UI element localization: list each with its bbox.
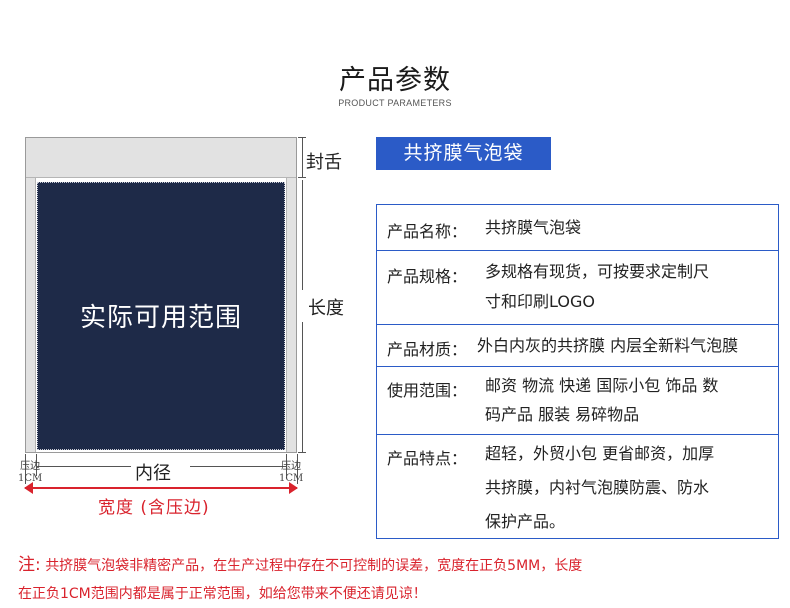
length-dimension-line-bottom	[302, 322, 303, 452]
press-edge-text-left: 压边	[20, 461, 41, 472]
length-dimension-line-top	[302, 180, 303, 290]
total-width-arrow	[24, 482, 298, 494]
spec-row-features: 产品特点： 超轻，外贸小包 更省邮资，加厚 共挤膜，内衬气泡膜防震、防水 保护产…	[377, 435, 778, 538]
spec-value: 共挤膜气泡袋	[485, 218, 582, 237]
spec-key: 产品规格：	[387, 267, 468, 286]
spec-row-name: 产品名称： 共挤膜气泡袋	[377, 205, 778, 251]
spec-value: 外白内灰的共挤膜 内层全新料气泡膜	[477, 336, 739, 355]
spec-row-size: 产品规格： 多规格有现货，可按要求定制尺 寸和印刷LOGO	[377, 251, 778, 325]
spec-value: 共挤膜，内衬气泡膜防震、防水	[485, 478, 710, 497]
inner-width-line-right	[190, 466, 286, 467]
usable-area: 实际可用范围	[37, 182, 285, 450]
product-name-badge: 共挤膜气泡袋	[376, 137, 551, 170]
bag-diagram: 实际可用范围	[25, 137, 297, 453]
note-line-2: 在正负1CM范围内都是属于正常范围，如给您带来不便还请见谅！	[18, 586, 427, 602]
spec-value: 邮资 物流 快递 国际小包 饰品 数	[485, 376, 719, 395]
note-text-1: 共挤膜气泡袋非精密产品，在生产过程中存在不可控制的误差，宽度在正负5MM，长度	[45, 558, 583, 574]
spec-table: 产品名称： 共挤膜气泡袋 产品规格： 多规格有现货，可按要求定制尺 寸和印刷LO…	[376, 204, 779, 539]
usable-area-label: 实际可用范围	[79, 303, 242, 333]
flap-bottom-tick	[298, 177, 306, 178]
length-label: 长度	[308, 298, 344, 319]
spec-key: 产品材质：	[387, 340, 468, 359]
page-subtitle: PRODUCT PARAMETERS	[338, 98, 452, 108]
seal-flap	[26, 138, 296, 178]
spec-value: 超轻，外贸小包 更省邮资，加厚	[485, 444, 715, 463]
spec-key: 产品特点：	[387, 449, 468, 468]
spec-row-usage: 使用范围： 邮资 物流 快递 国际小包 饰品 数 码产品 服装 易碎物品	[377, 367, 778, 435]
seal-flap-label: 封舌	[306, 152, 342, 173]
inner-width-label: 内径	[135, 463, 171, 484]
spec-value: 多规格有现货，可按要求定制尺	[485, 262, 710, 281]
note-line-1: 注: 共挤膜气泡袋非精密产品，在生产过程中存在不可控制的误差，宽度在正负5MM，…	[18, 550, 582, 575]
spec-value: 保护产品。	[485, 512, 566, 531]
spec-key: 使用范围：	[387, 381, 468, 400]
length-bottom-tick	[298, 452, 306, 453]
press-edge-right	[286, 178, 296, 452]
note-mark: 注:	[18, 555, 41, 575]
spec-row-material: 产品材质： 外白内灰的共挤膜 内层全新料气泡膜	[377, 325, 778, 367]
press-edge-text-right: 压边	[281, 461, 302, 472]
spec-value: 寸和印刷LOGO	[485, 292, 595, 311]
press-edge-left	[26, 178, 36, 452]
total-width-label: 宽度 (含压边)	[98, 498, 210, 518]
inner-width-line	[36, 466, 131, 467]
spec-key: 产品名称：	[387, 222, 468, 241]
spec-value: 码产品 服装 易碎物品	[485, 405, 640, 424]
flap-dimension-line	[302, 137, 303, 177]
page-title: 产品参数	[339, 65, 451, 96]
